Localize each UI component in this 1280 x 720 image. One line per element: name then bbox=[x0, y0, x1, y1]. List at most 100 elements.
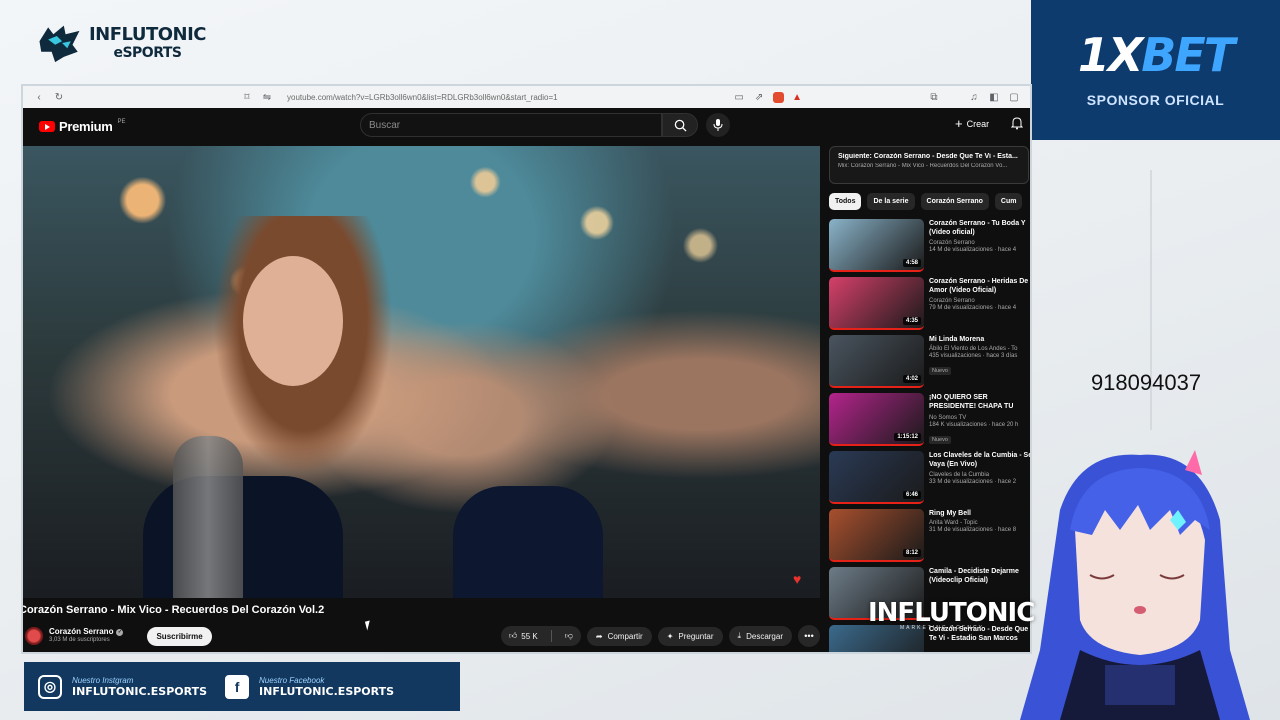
voice-search-button[interactable] bbox=[706, 113, 730, 137]
new-badge: Nuevo bbox=[929, 367, 951, 376]
social-banner: ◎ Nuestro Instgram INFLUTONIC.ESPORTS f … bbox=[24, 662, 460, 711]
channel-name[interactable]: Corazón Serrano bbox=[49, 627, 113, 637]
thumbs-down-icon: 👎︎ bbox=[564, 631, 573, 640]
recommendation-meta: 31 M de visualizaciones · hace 8 bbox=[929, 527, 1017, 534]
video-thumbnail[interactable]: 4:35 bbox=[829, 277, 924, 330]
more-actions-button[interactable]: ••• bbox=[798, 625, 820, 647]
instagram-icon: ◎ bbox=[38, 674, 62, 699]
filter-chip[interactable]: Corazón Serrano bbox=[920, 193, 989, 210]
youtube-logo[interactable]: Premium PE bbox=[39, 119, 126, 134]
channel-row: Corazón Serrano ✓ 3,03 M de suscriptores… bbox=[23, 624, 820, 648]
sidebar-icon[interactable]: ◧ bbox=[988, 91, 1000, 103]
recommendation-item[interactable]: 4:35 Corazón Serrano - Heridas De Amor (V… bbox=[829, 277, 1030, 335]
channel-avatar[interactable] bbox=[25, 627, 43, 645]
browser-window: ‹ ↻ ⌑ ⇋ youtube.com/watch?v=LGRb3oll6wn0… bbox=[23, 86, 1030, 652]
recommendations-sidebar: Siguiente: Corazón Serrano - Desde Que T… bbox=[829, 146, 1030, 652]
youtube-play-icon bbox=[39, 120, 55, 132]
sponsor-label: SPONSOR OFICIAL bbox=[1086, 92, 1225, 108]
recommendation-title[interactable]: Ring My Bell bbox=[929, 509, 1016, 518]
recommendation-meta: 79 M de visualizaciones · hace 4 bbox=[929, 304, 1017, 311]
search-button[interactable] bbox=[662, 113, 698, 137]
create-button[interactable]: + Crear bbox=[955, 116, 989, 131]
brave-shield-icon[interactable] bbox=[773, 91, 785, 103]
recommendation-title[interactable]: ¡NO QUIERO SER PRESIDENTE! CHAPA TU MONE… bbox=[929, 393, 1030, 413]
share-icon[interactable]: ⇗ bbox=[753, 91, 765, 103]
back-icon[interactable]: ‹ bbox=[33, 91, 45, 103]
video-thumbnail[interactable]: 8:12 bbox=[829, 509, 924, 562]
panther-logo-icon bbox=[39, 25, 80, 63]
recommendation-channel[interactable]: Ábilo El Viento de Los Andes - To bbox=[929, 346, 1018, 352]
download-icon: ⤓ bbox=[737, 631, 742, 640]
dislike-button[interactable]: 👎︎ bbox=[557, 626, 581, 646]
recommendation-item[interactable]: 6:46 Los Claveles de la Cumbia - Se Vaya … bbox=[829, 451, 1030, 509]
share-button[interactable]: ➦ Compartir bbox=[586, 626, 652, 646]
like-button[interactable]: 👍︎ 55 K bbox=[501, 626, 546, 646]
address-bar[interactable]: youtube.com/watch?v=LGRb3oll6wn0&list=RD… bbox=[281, 93, 725, 102]
vtuber-avatar bbox=[1020, 450, 1250, 720]
up-next-subtitle: Mix: Corazón Serrano - Mix Vico - Recuer… bbox=[838, 163, 1008, 169]
video-thumbnail[interactable]: 4:02 bbox=[829, 335, 924, 388]
recommendation-item[interactable]: 8:12 Ring My Bell Anita Ward - Topic 31 M d… bbox=[829, 509, 1030, 567]
recommendation-channel[interactable]: Corazón Serrano bbox=[929, 240, 1030, 246]
watermark-subtitle: MARKETING AGENCY bbox=[900, 625, 984, 631]
up-next-title: Siguiente: Corazón Serrano - Desde Que T… bbox=[838, 153, 1018, 160]
recommendation-channel[interactable]: Anita Ward - Topic bbox=[929, 520, 1016, 526]
heart-icon: ♥ bbox=[793, 571, 802, 587]
thumbs-up-icon: 👍︎ bbox=[508, 631, 518, 640]
recommendation-title[interactable]: Mi Linda Morena bbox=[929, 335, 1018, 344]
facebook-icon: f bbox=[225, 674, 250, 699]
instagram-item: ◎ Nuestro Instgram INFLUTONIC.ESPORTS bbox=[38, 674, 207, 699]
search-input[interactable]: Buscar bbox=[360, 113, 662, 137]
duration-badge: 8:12 bbox=[902, 549, 921, 557]
phone-number: 918094037 bbox=[1090, 370, 1202, 395]
cast-icon[interactable]: ▭ bbox=[733, 91, 745, 103]
recommendation-channel[interactable]: No Somos TV bbox=[929, 415, 1030, 421]
recommendation-title[interactable]: Corazón Serrano - Heridas De Amor (Video… bbox=[929, 277, 1030, 296]
recommendation-title[interactable]: Los Claveles de la Cumbia - Se Vaya (En … bbox=[929, 451, 1030, 470]
video-title: Corazón Serrano - Mix Vico - Recuerdos D… bbox=[23, 604, 325, 616]
video-thumbnail[interactable]: 4:58 bbox=[829, 219, 924, 272]
recommendation-title[interactable]: Camila - Decidiste Dejarme (Videoclip Of… bbox=[929, 567, 1030, 586]
bell-icon bbox=[1010, 117, 1024, 130]
subscribe-button[interactable]: Suscribirme bbox=[147, 626, 212, 646]
ask-button[interactable]: ✦ Preguntar bbox=[657, 626, 723, 646]
filter-chips: Todos De la serie Corazón Serrano Cum bbox=[829, 193, 1030, 210]
recommendation-item[interactable]: 4:02 Mi Linda Morena Ábilo El Viento de Lo… bbox=[829, 335, 1030, 393]
duration-badge: 4:35 bbox=[902, 317, 921, 325]
video-thumbnail[interactable]: 6:46 bbox=[829, 451, 924, 504]
filter-chip[interactable]: De la serie bbox=[867, 193, 915, 210]
recommendation-item[interactable]: 4:58 Corazón Serrano - Tu Boda Y (Video o… bbox=[829, 219, 1030, 277]
extensions-icon[interactable]: ⧉ bbox=[928, 91, 940, 103]
download-button[interactable]: ⤓ Descargar bbox=[728, 626, 792, 646]
plus-icon: + bbox=[955, 116, 963, 131]
watermark-logo: INFLUTONIC bbox=[868, 598, 1035, 628]
like-count: 55 K bbox=[521, 631, 538, 641]
bookmark-icon[interactable]: ⌑ bbox=[241, 91, 253, 103]
notifications-button[interactable] bbox=[1010, 117, 1024, 135]
up-next-card[interactable]: Siguiente: Corazón Serrano - Desde Que T… bbox=[829, 146, 1029, 184]
window-icon[interactable]: ▢ bbox=[1008, 91, 1020, 103]
site-info-icon[interactable]: ⇋ bbox=[261, 91, 273, 103]
recommendation-item[interactable]: 1:15:12 ¡NO QUIERO SER PRESIDENTE! CHAPA … bbox=[829, 393, 1030, 451]
reload-icon[interactable]: ↻ bbox=[53, 91, 65, 103]
share-arrow-icon: ➦ bbox=[595, 631, 603, 641]
influtonic-logo: INFLUTONIC eSPORTS bbox=[36, 18, 207, 68]
recommendation-title[interactable]: Corazón Serrano - Tu Boda Y (Video ofici… bbox=[929, 219, 1030, 238]
facebook-item: f Nuestro Facebook INFLUTONIC.ESPORTS bbox=[225, 674, 394, 699]
verified-icon: ✓ bbox=[116, 628, 124, 637]
recommendation-channel[interactable]: Claveles de la Cumbia bbox=[929, 472, 1030, 478]
like-dislike-group: 👍︎ 55 K 👎︎ bbox=[500, 626, 581, 646]
recommendation-meta: 184 K visualizaciones · hace 20 h bbox=[929, 422, 1019, 428]
filter-chip[interactable]: Todos bbox=[829, 193, 862, 210]
recommendation-channel[interactable]: Corazón Serrano bbox=[929, 298, 1030, 304]
recommendation-meta: 14 M de visualizaciones · hace 4 bbox=[929, 246, 1017, 253]
filter-chip[interactable]: Cum bbox=[994, 193, 1023, 210]
video-thumbnail[interactable]: 1:15:12 bbox=[829, 393, 924, 446]
music-icon[interactable]: ♫ bbox=[968, 91, 980, 103]
duration-badge: 1:15:12 bbox=[894, 433, 921, 441]
brand-subname: eSPORTS bbox=[113, 45, 182, 61]
warning-icon[interactable]: ▲ bbox=[792, 92, 802, 103]
recommendation-meta: 435 visualizaciones · hace 3 días bbox=[929, 353, 1018, 360]
recommendation-meta: 33 M de visualizaciones · hace 2 bbox=[929, 478, 1017, 485]
video-player[interactable]: ♥ bbox=[23, 146, 820, 598]
